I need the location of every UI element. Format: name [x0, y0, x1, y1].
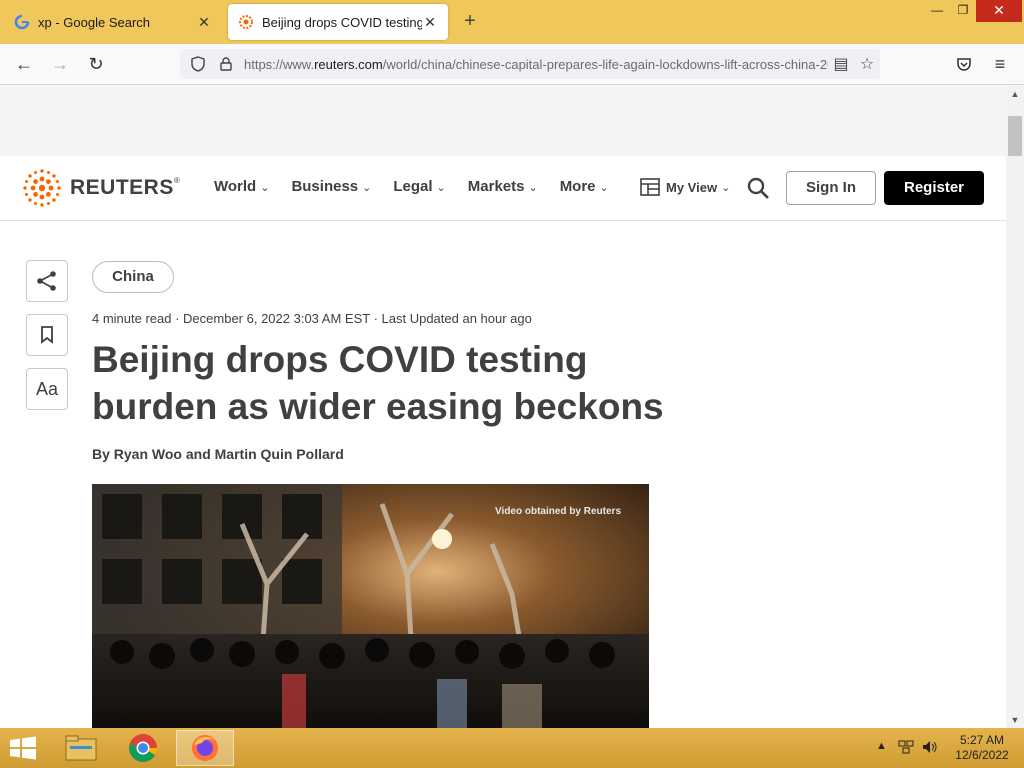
chevron-down-icon: ⌄: [721, 181, 731, 194]
chevron-down-icon: ⌄: [599, 182, 609, 194]
article-meta: 4 minute read · December 6, 2022 3:03 AM…: [92, 311, 532, 326]
my-view-button[interactable]: My View ⌄: [640, 177, 730, 197]
clock-date: 12/6/2022: [955, 748, 1009, 762]
page-content: REUTERS® World ⌄ Business ⌄ Legal ⌄ Markets…: [0, 86, 1006, 728]
chevron-down-icon: ⌄: [436, 182, 446, 194]
layout-icon: [640, 178, 660, 196]
volume-icon[interactable]: [922, 740, 938, 757]
reader-view-icon[interactable]: ▤: [828, 54, 854, 74]
tab-title: Beijing drops COVID testing burden as wi…: [262, 14, 422, 30]
back-icon[interactable]: ←: [12, 52, 36, 76]
font-size-icon: Aa: [35, 378, 59, 399]
article-video[interactable]: Video obtained by Reuters: [92, 484, 649, 728]
tab-title: xp - Google Search: [38, 14, 151, 30]
bookmark-icon: [41, 326, 53, 344]
ad-space: [0, 86, 1006, 156]
scrollbar-thumb[interactable]: [1008, 116, 1022, 156]
reuters-logo-icon: [23, 169, 61, 207]
menu-icon[interactable]: ≡: [988, 52, 1012, 76]
clock-time: 5:27 AM: [959, 733, 1005, 747]
forward-icon[interactable]: →: [48, 52, 72, 76]
registered-mark: ®: [173, 176, 181, 185]
close-tab-icon[interactable]: ✕: [196, 14, 212, 31]
url-prefix: https://www.: [244, 56, 315, 72]
tab-reuters[interactable]: Beijing drops COVID testing burden as wi…: [228, 4, 448, 40]
reuters-favicon-icon: [239, 15, 253, 29]
nav-item-markets[interactable]: Markets ⌄: [468, 178, 538, 195]
nav-item-more[interactable]: More ⌄: [560, 178, 609, 195]
chevron-down-icon: ⌄: [260, 182, 270, 194]
share-icon: [37, 271, 56, 291]
pocket-icon[interactable]: [952, 52, 976, 76]
video-frame: [92, 484, 649, 728]
bookmark-star-icon[interactable]: ☆: [854, 54, 880, 74]
google-icon: [14, 14, 30, 30]
lock-icon[interactable]: [216, 54, 236, 74]
nav-label: Markets: [467, 178, 525, 195]
logo-wordmark: REUTERS®: [70, 176, 180, 200]
search-icon[interactable]: [746, 176, 770, 205]
reuters-logo[interactable]: REUTERS®: [22, 168, 180, 208]
bookmark-button[interactable]: [26, 314, 68, 356]
network-icon[interactable]: [898, 740, 914, 757]
file-explorer-icon[interactable]: [52, 730, 110, 766]
tab-strip: xp - Google Search ✕ Beijing drops COVID…: [0, 0, 1024, 44]
show-hidden-icons-icon[interactable]: ▲: [876, 740, 887, 752]
logo-text: REUTERS: [70, 176, 174, 199]
windows-start-icon[interactable]: [8, 736, 38, 760]
nav-label: Business: [291, 178, 359, 195]
reload-icon[interactable]: ↻: [84, 52, 108, 76]
url-host: reuters.com: [314, 56, 383, 72]
nav-item-business[interactable]: Business ⌄: [291, 178, 371, 195]
close-window-icon[interactable]: ✕: [976, 0, 1022, 22]
restore-icon[interactable]: ❐: [948, 0, 978, 22]
my-view-label: My View: [666, 179, 718, 195]
nav-label: Legal: [393, 178, 433, 195]
nav-label: World: [214, 178, 257, 195]
system-clock[interactable]: 5:27 AM 12/6/2022: [950, 733, 1014, 763]
sign-in-button[interactable]: Sign In: [786, 171, 876, 205]
address-bar[interactable]: https://www.reuters.com/world/china/chin…: [180, 49, 880, 79]
tab-google-search[interactable]: xp - Google Search ✕: [4, 4, 222, 40]
article-headline: Beijing drops COVID testing burden as wi…: [92, 339, 664, 427]
site-header: REUTERS® World ⌄ Business ⌄ Legal ⌄ Markets…: [0, 156, 1006, 221]
main-nav: World ⌄ Business ⌄ Legal ⌄ Markets ⌄ More ⌄: [214, 178, 609, 195]
taskbar: ▲ 5:27 AM 12/6/2022: [0, 728, 1024, 768]
chevron-down-icon: ⌄: [362, 182, 372, 194]
share-button[interactable]: [26, 260, 68, 302]
font-size-button[interactable]: Aa: [26, 368, 68, 410]
new-tab-icon[interactable]: +: [458, 10, 482, 34]
nav-item-legal[interactable]: Legal ⌄: [393, 178, 445, 195]
nav-label: More: [559, 178, 596, 195]
navigation-toolbar: ← → ↻ https://www.reuters.com/world/chin…: [0, 44, 1024, 85]
close-tab-icon[interactable]: ✕: [422, 14, 438, 31]
page-scrollbar[interactable]: ▲ ▼: [1006, 86, 1024, 728]
scroll-down-icon[interactable]: ▼: [1006, 712, 1024, 728]
chevron-down-icon: ⌄: [528, 182, 538, 194]
video-caption: Video obtained by Reuters: [495, 506, 621, 517]
nav-item-world[interactable]: World ⌄: [214, 178, 269, 195]
url-text: https://www.reuters.com/world/china/chin…: [244, 57, 828, 72]
topic-tag[interactable]: China: [92, 261, 174, 293]
chrome-icon[interactable]: [114, 730, 172, 766]
register-button[interactable]: Register: [884, 171, 984, 205]
firefox-icon[interactable]: [176, 730, 234, 766]
url-path: /world/china/chinese-capital-prepares-li…: [382, 56, 828, 72]
shield-icon[interactable]: [188, 54, 208, 74]
article-byline: By Ryan Woo and Martin Quin Pollard: [92, 446, 344, 462]
scroll-up-icon[interactable]: ▲: [1006, 86, 1024, 102]
